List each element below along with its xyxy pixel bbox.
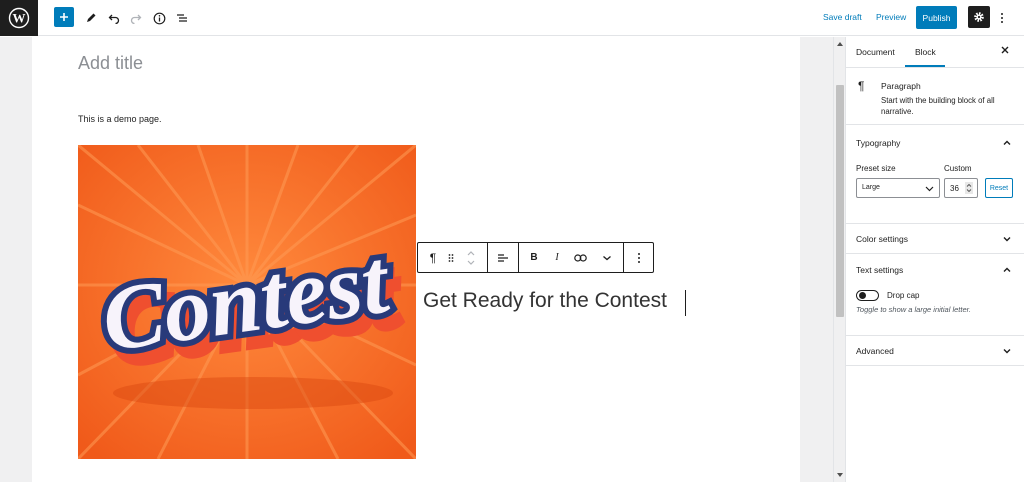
scroll-up-arrow-icon[interactable] bbox=[835, 40, 845, 48]
custom-size-label: Custom bbox=[944, 164, 972, 173]
move-buttons[interactable] bbox=[462, 243, 480, 272]
editor-scrollbar[interactable] bbox=[833, 37, 845, 482]
publish-button[interactable]: Publish bbox=[916, 6, 957, 29]
preset-size-value: Large bbox=[862, 184, 880, 191]
editor-header: W Save draft Preview Publish bbox=[0, 0, 1024, 36]
close-icon bbox=[1001, 46, 1009, 54]
chevron-down-icon bbox=[925, 186, 934, 192]
scroll-down-arrow-icon[interactable] bbox=[835, 471, 845, 479]
settings-sidebar: Document Block ¶ Paragraph Start with th… bbox=[845, 37, 1024, 482]
drop-cap-toggle[interactable] bbox=[856, 290, 879, 301]
panel-title: Text settings bbox=[856, 265, 904, 275]
block-description: Start with the building block of all nar… bbox=[881, 96, 995, 116]
toolbar-divider bbox=[518, 243, 519, 272]
panel-title: Typography bbox=[856, 138, 901, 148]
redo-button[interactable] bbox=[127, 0, 145, 36]
post-title-field[interactable]: Add title bbox=[78, 53, 143, 74]
chevron-down-icon bbox=[603, 255, 611, 260]
chevron-up-icon bbox=[1003, 267, 1011, 272]
text-cursor bbox=[685, 290, 686, 316]
bold-button[interactable]: B bbox=[524, 243, 544, 272]
block-card: ¶ Paragraph Start with the building bloc… bbox=[846, 69, 1024, 125]
custom-size-value: 36 bbox=[950, 184, 959, 193]
list-view-icon bbox=[177, 14, 187, 22]
dot bbox=[1001, 13, 1003, 15]
heading-block[interactable]: Get Ready for the Contest bbox=[423, 289, 667, 313]
custom-size-input[interactable]: 36 bbox=[944, 178, 978, 198]
wordpress-logo-icon[interactable]: W bbox=[0, 0, 38, 36]
active-tab-indicator bbox=[905, 65, 945, 67]
pencil-icon bbox=[87, 13, 96, 22]
toolbar-divider bbox=[487, 243, 488, 272]
preset-size-select[interactable]: Large bbox=[856, 178, 940, 198]
link-icon bbox=[573, 253, 587, 262]
save-draft-button[interactable]: Save draft bbox=[823, 12, 862, 22]
chevron-up-icon bbox=[1003, 140, 1011, 145]
more-options-button[interactable] bbox=[996, 8, 1008, 28]
dot bbox=[1001, 21, 1003, 23]
chevron-down-icon bbox=[1003, 349, 1011, 354]
panel-title: Advanced bbox=[856, 346, 894, 356]
align-button[interactable] bbox=[492, 243, 514, 272]
more-formats-button[interactable] bbox=[596, 243, 618, 272]
stepper-icon[interactable] bbox=[965, 182, 973, 194]
text-settings-panel-toggle[interactable]: Text settings bbox=[846, 255, 1024, 286]
settings-button[interactable] bbox=[968, 6, 990, 28]
typography-panel-toggle[interactable]: Typography bbox=[846, 128, 1024, 159]
contest-image[interactable]: Contest Contest Contest bbox=[78, 145, 416, 459]
reset-button[interactable]: Reset bbox=[985, 178, 1013, 198]
align-left-icon bbox=[498, 253, 508, 262]
paragraph-icon: ¶ bbox=[858, 79, 865, 93]
details-button[interactable] bbox=[150, 0, 168, 36]
toolbar-divider bbox=[623, 243, 624, 272]
advanced-panel-toggle[interactable]: Advanced bbox=[846, 335, 1024, 366]
block-toolbar: ¶ B I bbox=[417, 242, 654, 273]
outline-button[interactable] bbox=[173, 0, 191, 36]
redo-icon bbox=[130, 14, 142, 24]
tools-button[interactable] bbox=[82, 0, 100, 36]
tab-document[interactable]: Document bbox=[856, 47, 895, 57]
undo-icon bbox=[108, 14, 120, 24]
paragraph-transform-button[interactable]: ¶ bbox=[422, 243, 444, 272]
color-settings-panel-toggle[interactable]: Color settings bbox=[846, 223, 1024, 254]
paragraph-block[interactable]: This is a demo page. bbox=[78, 114, 162, 124]
scroll-thumb[interactable] bbox=[836, 85, 844, 317]
chevron-up-down-icon bbox=[467, 250, 475, 265]
sidebar-tabs: Document Block bbox=[846, 37, 1024, 68]
close-sidebar-button[interactable] bbox=[1001, 45, 1009, 57]
drag-handle[interactable] bbox=[444, 243, 458, 272]
chevron-down-icon bbox=[1003, 237, 1011, 242]
preset-size-label: Preset size bbox=[856, 164, 896, 173]
preview-button[interactable]: Preview bbox=[876, 12, 906, 22]
dot bbox=[1001, 17, 1003, 19]
block-name: Paragraph bbox=[881, 81, 921, 91]
italic-button[interactable]: I bbox=[547, 243, 567, 272]
drag-icon bbox=[448, 253, 454, 262]
gear-icon bbox=[974, 12, 984, 22]
kebab-icon bbox=[638, 252, 640, 263]
drop-cap-help: Toggle to show a large initial letter. bbox=[856, 305, 971, 314]
undo-button[interactable] bbox=[105, 0, 123, 36]
plus-icon bbox=[60, 13, 68, 21]
link-button[interactable] bbox=[570, 243, 590, 272]
svg-text:W: W bbox=[13, 11, 26, 26]
block-options-button[interactable] bbox=[628, 243, 650, 272]
toggle-knob bbox=[859, 292, 866, 299]
add-block-button[interactable] bbox=[54, 7, 74, 27]
info-icon bbox=[153, 12, 165, 24]
panel-title: Color settings bbox=[856, 234, 908, 244]
tab-block[interactable]: Block bbox=[915, 47, 936, 57]
drop-cap-label: Drop cap bbox=[887, 291, 920, 300]
